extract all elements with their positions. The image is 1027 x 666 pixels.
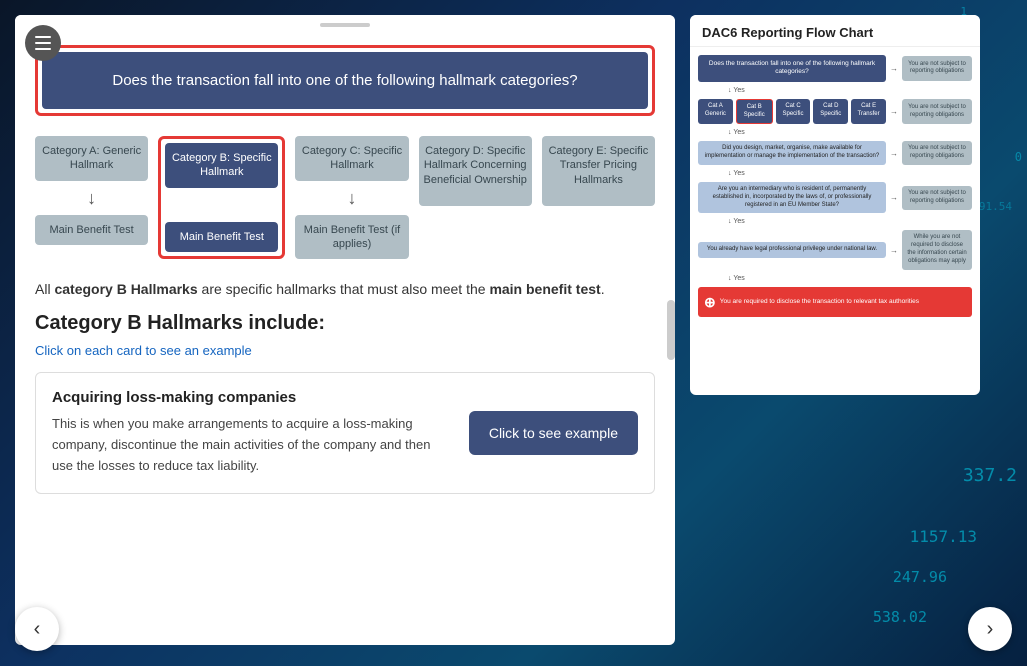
category-c-card[interactable]: Category C: Specific Hallmark ↓ Main Ben… [295,136,408,259]
category-b-sub[interactable]: Main Benefit Test [165,222,278,252]
card-content: Acquiring loss-making companies This is … [52,389,449,476]
fc-q-label: Does the transaction fall into one of th… [709,60,875,75]
fc-cats-row: Cat AGeneric Cat BSpecific Cat CSpecific… [698,99,972,125]
category-c-sub[interactable]: Main Benefit Test (if applies) [295,215,408,260]
flowchart-header: DAC6 Reporting Flow Chart [690,15,980,47]
category-c-arrow: ↓ [348,189,357,207]
flowchart-content: Does the transaction fall into one of th… [690,47,980,325]
fc-no-obligation-2: You are not subject to reporting obligat… [902,99,972,125]
fc-question-box: Does the transaction fall into one of th… [698,55,886,82]
desc-middle: are specific hallmarks that must also me… [198,281,490,297]
example-card: Acquiring loss-making companies This is … [35,372,655,493]
category-a-box[interactable]: Category A: Generic Hallmark [35,136,148,181]
fc-yes-label-2: ↓ Yes [698,129,972,136]
click-instruction[interactable]: Click on each card to see an example [15,343,675,358]
drag-bar [320,23,370,27]
categories-row: Category A: Generic Hallmark ↓ Main Bene… [15,136,675,259]
fc-privilege-note: While you are not required to disclose t… [902,230,972,269]
scroll-indicator [667,300,675,360]
category-b-arrow: ↓ [217,196,226,214]
fc-row-4: Are you an intermediary who is resident … [698,182,972,213]
fc-arrow-2: → [890,107,898,116]
category-b-label: Category B: Specific Hallmark [172,152,272,178]
fc-arrow-4: → [890,193,898,202]
fc-yes-label-3: ↓ Yes [698,170,972,177]
click-example-button[interactable]: Click to see example [469,411,638,455]
prev-button[interactable]: ‹ [15,607,59,651]
category-c-label: Category C: Specific Hallmark [302,145,402,171]
category-c-sub-label: Main Benefit Test (if applies) [304,224,400,250]
hamburger-line [35,42,51,44]
fc-no-obligation-3: You are not subject to reporting obligat… [902,141,972,165]
category-d-label: Category D: Specific Hallmark Concerning… [424,145,527,186]
drag-handle [15,15,675,35]
category-c-box[interactable]: Category C: Specific Hallmark [295,136,408,181]
category-a-arrow: ↓ [87,189,96,207]
fc-cat-b: Cat BSpecific [736,99,773,123]
fc-row-1: Does the transaction fall into one of th… [698,55,972,82]
fc-yes-label: ↓ Yes [698,87,972,94]
category-d-card[interactable]: Category D: Specific Hallmark Concerning… [419,136,532,206]
category-d-box[interactable]: Category D: Specific Hallmark Concerning… [419,136,532,206]
fc-required-box: ⊕ You are required to disclose the trans… [698,287,972,317]
fc-row-6: ⊕ You are required to disclose the trans… [698,287,972,317]
fc-sub-q1: Did you design, market, organise, make a… [698,141,886,165]
desc-suffix: . [601,281,605,297]
hamburger-button[interactable] [25,25,61,61]
question-label: Does the transaction fall into one of th… [112,72,577,89]
right-panel: DAC6 Reporting Flow Chart Does the trans… [690,15,980,395]
card-title: Acquiring loss-making companies [52,389,449,406]
fc-yes-label-5: ↓ Yes [698,275,972,282]
category-a-sub[interactable]: Main Benefit Test [35,215,148,245]
fc-row-5: You already have legal professional priv… [698,230,972,269]
fc-cat-c: Cat CSpecific [776,99,811,123]
fc-cat-d: Cat DSpecific [813,99,848,123]
desc-bold2: main benefit test [489,281,600,297]
next-button[interactable]: › [968,607,1012,651]
category-a-card[interactable]: Category A: Generic Hallmark ↓ Main Bene… [35,136,148,245]
category-e-box[interactable]: Category E: Specific Transfer Pricing Ha… [542,136,655,206]
fc-yes-label-4: ↓ Yes [698,218,972,225]
category-e-label: Category E: Specific Transfer Pricing Ha… [549,145,649,186]
category-b-box[interactable]: Category B: Specific Hallmark [165,143,278,188]
card-body: This is when you make arrangements to ac… [52,414,449,476]
prev-icon: ‹ [34,618,41,641]
fc-arrow-5: → [890,246,898,255]
category-a-sub-label: Main Benefit Test [50,224,134,236]
fc-sub-q2: Are you an intermediary who is resident … [698,182,886,213]
fc-arrow-3: → [890,149,898,158]
hamburger-line [35,36,51,38]
fc-no-obligation-4: You are not subject to reporting obligat… [902,186,972,210]
fc-cat-a: Cat AGeneric [698,99,733,123]
desc-prefix: All [35,281,54,297]
category-b-sub-label: Main Benefit Test [180,231,264,243]
fc-arrow-1: → [890,64,898,73]
fc-row-3: Did you design, market, organise, make a… [698,141,972,165]
hamburger-line [35,48,51,50]
question-text: Does the transaction fall into one of th… [42,52,648,109]
fc-cat-e: Cat ETransfer [851,99,886,123]
fc-cats: Cat AGeneric Cat BSpecific Cat CSpecific… [698,99,886,123]
desc-bold1: category B Hallmarks [54,281,197,297]
fc-required-label: You are required to disclose the transac… [720,298,919,306]
category-a-label: Category A: Generic Hallmark [42,145,141,171]
category-b-wrapper[interactable]: Category B: Specific Hallmark ↓ Main Ben… [158,136,285,259]
next-icon: › [987,618,994,641]
fc-no-obligation-1: You are not subject to reporting obligat… [902,56,972,82]
description-text: All category B Hallmarks are specific ha… [15,279,675,300]
main-container: Does the transaction fall into one of th… [0,0,1027,666]
fc-privilege-box: You already have legal professional priv… [698,242,886,258]
question-box: Does the transaction fall into one of th… [35,45,655,116]
left-panel: Does the transaction fall into one of th… [15,15,675,645]
section-heading: Category B Hallmarks include: [15,312,675,335]
fc-required-icon: ⊕ [704,293,716,311]
category-e-card[interactable]: Category E: Specific Transfer Pricing Ha… [542,136,655,206]
